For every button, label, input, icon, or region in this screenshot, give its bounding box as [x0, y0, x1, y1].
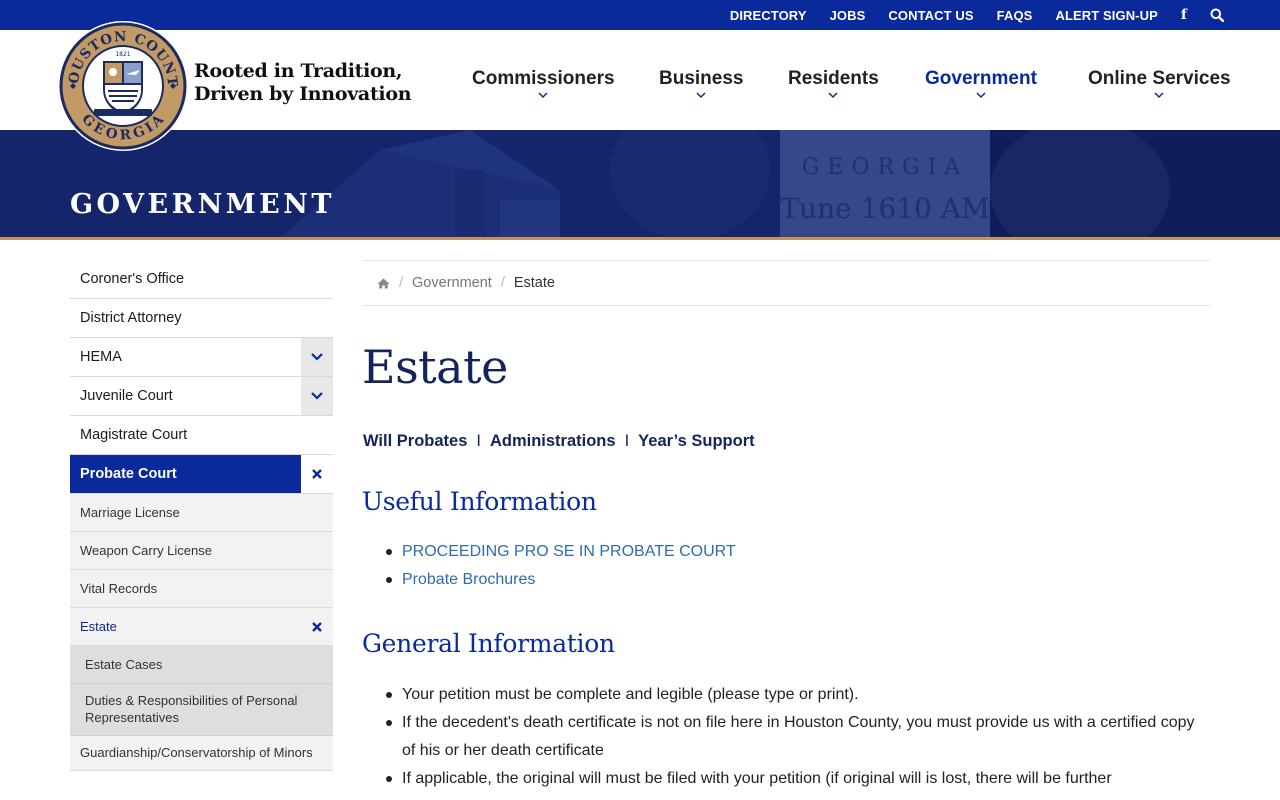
- sidebar-item-label: Marriage License: [80, 505, 180, 520]
- banner-title: GOVERNMENT: [70, 189, 335, 220]
- chevron-down-icon: [538, 92, 548, 99]
- page-banner: GEORGIA Tune 1610 AM GOVERNMENT: [0, 130, 1280, 238]
- expand-toggle[interactable]: [301, 377, 333, 415]
- breadcrumb-current: Estate: [513, 275, 555, 291]
- sidebar-item-label: Estate: [80, 619, 117, 634]
- sidebar-item-juvenile-court[interactable]: Juvenile Court: [70, 377, 333, 416]
- chevron-down-icon: [311, 392, 323, 400]
- nav-label: Government: [925, 68, 1037, 89]
- main-navigation: Commissioners Business Residents Governm…: [0, 68, 1280, 108]
- quicklink-separator: I: [476, 432, 481, 450]
- home-icon[interactable]: [377, 278, 390, 289]
- sidebar-item-label: Magistrate Court: [80, 427, 188, 443]
- chevron-down-icon: [976, 92, 986, 99]
- faqs-link[interactable]: FAQS: [997, 8, 1033, 23]
- banner-photo: GEORGIA Tune 1610 AM: [0, 130, 1280, 238]
- site-header: HOUSTON COUNTY GEORGIA 1821 Rooted in Tr…: [0, 19, 1280, 151]
- breadcrumb: / Government / Estate: [363, 260, 1210, 306]
- nav-business[interactable]: Business: [659, 68, 743, 99]
- chevron-down-icon: [696, 92, 706, 99]
- contact-us-link[interactable]: CONTACT US: [888, 8, 973, 23]
- general-information-heading: General Information: [362, 629, 615, 658]
- nav-residents[interactable]: Residents: [788, 68, 879, 99]
- sidebar-item-guardianship-minors[interactable]: Guardianship/Conservatorship of Minors: [70, 736, 333, 771]
- list-item: Probate Brochures: [386, 566, 1222, 594]
- sidebar-item-label: Duties & Responsibilities of Personal Re…: [85, 693, 298, 725]
- general-info-list: Your petition must be complete and legib…: [386, 681, 1212, 793]
- sidebar-item-magistrate-court[interactable]: Magistrate Court: [70, 416, 333, 455]
- chevron-down-icon: [311, 353, 323, 361]
- sidebar-item-label: Estate Cases: [85, 657, 163, 672]
- pro-se-link[interactable]: PROCEEDING PRO SE IN PROBATE COURT: [402, 543, 736, 560]
- sidebar-nav: Coroner's Office District Attorney HEMA …: [70, 260, 333, 771]
- close-icon: [312, 469, 322, 479]
- jobs-link[interactable]: JOBS: [830, 8, 866, 23]
- collapse-toggle[interactable]: [301, 608, 333, 646]
- will-probates-link[interactable]: Will Probates: [363, 432, 467, 450]
- sidebar-item-label: Coroner's Office: [80, 271, 185, 287]
- utility-links: DIRECTORY JOBS CONTACT US FAQS ALERT SIG…: [707, 0, 1224, 30]
- facebook-icon[interactable]: f: [1181, 7, 1187, 23]
- alert-signup-link[interactable]: ALERT SIGN-UP: [1055, 8, 1157, 23]
- directory-link[interactable]: DIRECTORY: [730, 8, 807, 23]
- banner-photo-text-2: Tune 1610 AM: [780, 192, 989, 225]
- sidebar-item-label: Probate Court: [80, 466, 177, 482]
- sidebar-item-label: District Attorney: [80, 310, 182, 326]
- search-icon[interactable]: [1210, 8, 1224, 22]
- sidebar-item-hema[interactable]: HEMA: [70, 338, 333, 377]
- seal-year: 1821: [115, 51, 130, 58]
- sidebar-item-label: Weapon Carry License: [80, 543, 212, 558]
- page-title: Estate: [362, 340, 508, 394]
- sidebar-item-marriage-license[interactable]: Marriage License: [70, 494, 333, 532]
- nav-online-services[interactable]: Online Services: [1088, 68, 1231, 99]
- sidebar-item-probate-court[interactable]: Probate Court: [70, 455, 333, 494]
- sidebar-item-coroners-office[interactable]: Coroner's Office: [70, 260, 333, 299]
- nav-label: Online Services: [1088, 68, 1231, 89]
- banner-photo-text-1: GEORGIA: [802, 155, 968, 180]
- sidebar-item-label: Vital Records: [80, 581, 158, 596]
- expand-toggle[interactable]: [301, 338, 333, 376]
- nav-label: Business: [659, 68, 744, 89]
- sidebar-item-duties-responsibilities[interactable]: Duties & Responsibilities of Personal Re…: [70, 684, 333, 736]
- quick-links: Will Probates I Administrations I Year’s Sup…: [363, 432, 755, 451]
- banner-divider: [0, 237, 1280, 240]
- sidebar-item-estate-cases[interactable]: Estate Cases: [70, 646, 333, 684]
- nav-label: Commissioners: [472, 68, 615, 89]
- breadcrumb-parent-link[interactable]: Government: [412, 275, 492, 291]
- list-item: If the decedent's death certificate is n…: [386, 709, 1212, 765]
- sidebar-item-label: Guardianship/Conservatorship of Minors: [80, 745, 313, 760]
- chevron-down-icon: [1154, 92, 1164, 99]
- administrations-link[interactable]: Administrations: [490, 432, 616, 450]
- nav-government[interactable]: Government: [925, 68, 1037, 99]
- sidebar-item-estate[interactable]: Estate: [70, 608, 333, 646]
- list-item: If applicable, the original will must be…: [386, 765, 1212, 793]
- breadcrumb-separator: /: [500, 275, 505, 291]
- breadcrumb-separator: /: [399, 275, 404, 291]
- useful-links-list: PROCEEDING PRO SE IN PROBATE COURT Proba…: [386, 538, 1222, 594]
- collapse-toggle[interactable]: [301, 455, 333, 493]
- list-item: Your petition must be complete and legib…: [386, 681, 1212, 709]
- probate-brochures-link[interactable]: Probate Brochures: [402, 571, 535, 588]
- sidebar-item-vital-records[interactable]: Vital Records: [70, 570, 333, 608]
- sidebar-item-label: Juvenile Court: [80, 388, 173, 404]
- sidebar-item-district-attorney[interactable]: District Attorney: [70, 299, 333, 338]
- county-seal-logo[interactable]: HOUSTON COUNTY GEORGIA 1821: [56, 19, 190, 153]
- years-support-link[interactable]: Year’s Support: [638, 432, 754, 450]
- list-item: PROCEEDING PRO SE IN PROBATE COURT: [386, 538, 1222, 566]
- sidebar-item-weapon-carry-license[interactable]: Weapon Carry License: [70, 532, 333, 570]
- utility-bar: DIRECTORY JOBS CONTACT US FAQS ALERT SIG…: [0, 0, 1280, 30]
- useful-information-heading: Useful Information: [362, 487, 597, 516]
- nav-commissioners[interactable]: Commissioners: [472, 68, 615, 99]
- chevron-down-icon: [828, 92, 838, 99]
- quicklink-separator: I: [624, 432, 630, 450]
- close-icon: [312, 622, 322, 632]
- nav-label: Residents: [788, 68, 879, 89]
- sidebar-item-label: HEMA: [80, 349, 122, 365]
